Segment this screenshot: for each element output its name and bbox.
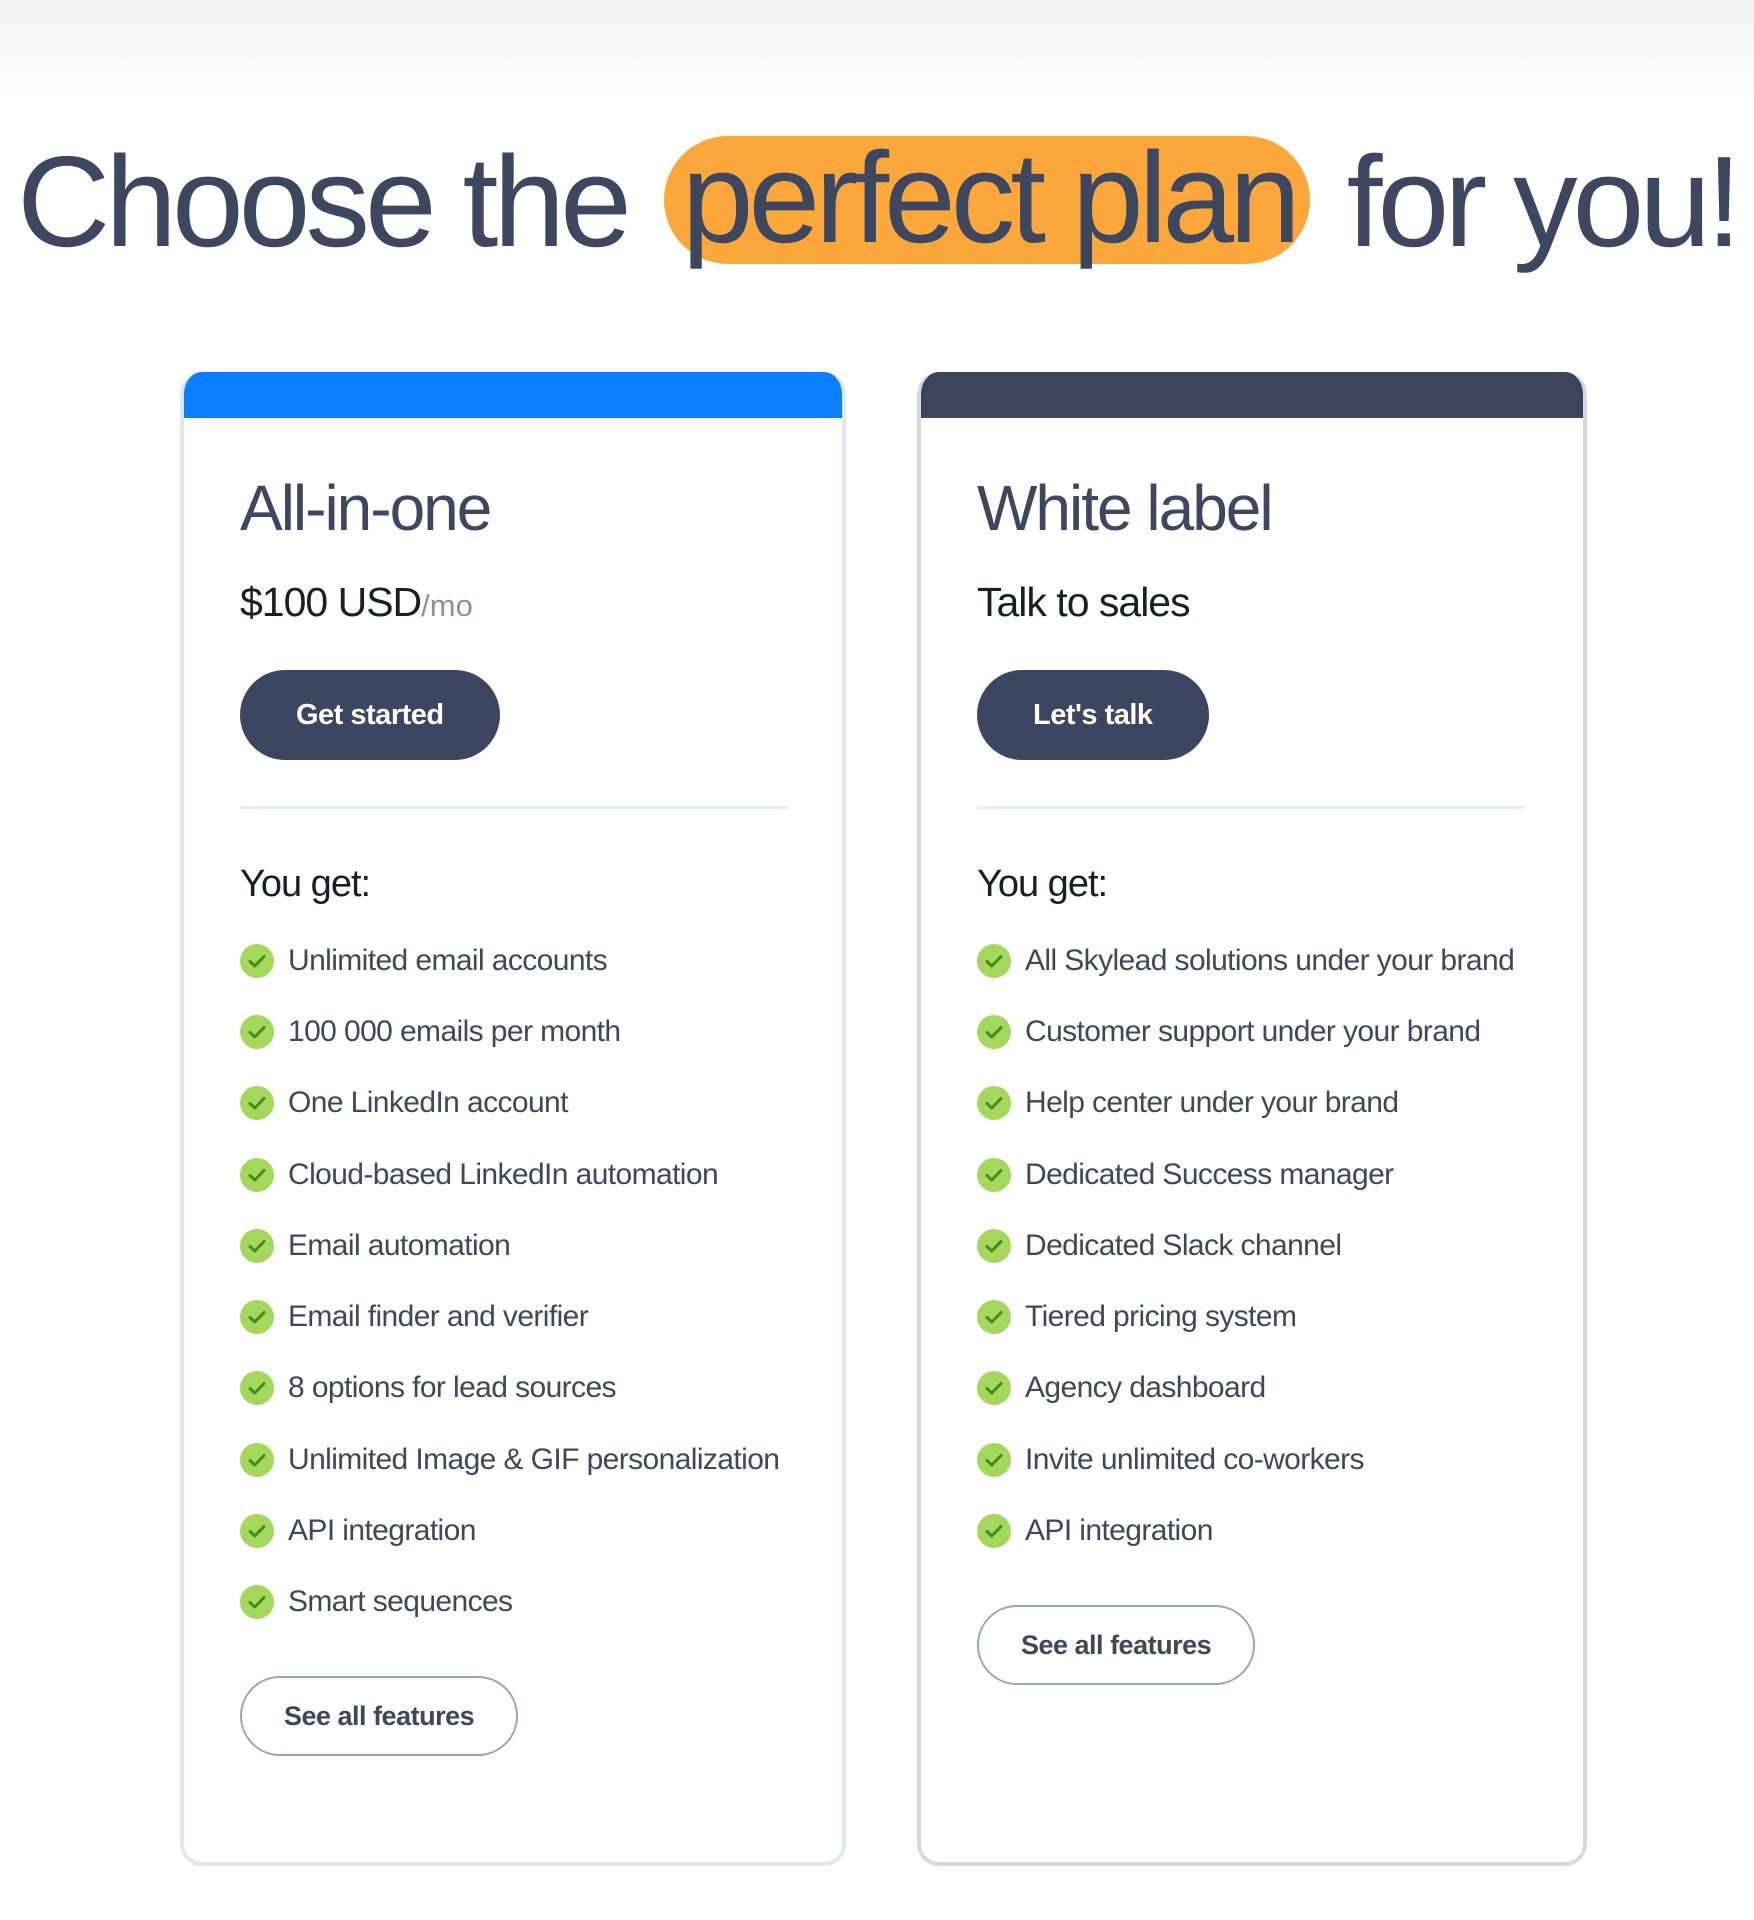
- feature-item: Tiered pricing system: [977, 1281, 1527, 1352]
- feature-text: 8 options for lead sources: [288, 1371, 617, 1405]
- get-started-button[interactable]: Get started: [240, 670, 500, 760]
- plan-price: Talk to sales: [977, 574, 1527, 630]
- feature-item: Invite unlimited co-workers: [977, 1424, 1527, 1495]
- price-amount: $100 USD: [240, 579, 422, 625]
- feature-text: Help center under your brand: [1025, 1086, 1399, 1120]
- feature-list: Unlimited email accounts 100 000 emails …: [240, 925, 786, 1638]
- feature-text: Tiered pricing system: [1025, 1300, 1297, 1334]
- check-circle-icon: [977, 1086, 1011, 1121]
- price-period: /mo: [421, 588, 473, 623]
- headline-highlight: perfect plan: [663, 134, 1310, 265]
- feature-item: Dedicated Success manager: [977, 1139, 1527, 1210]
- plan-card-white-label: White label Talk to sales Let's talk You…: [917, 372, 1587, 1866]
- feature-item: All Skylead solutions under your brand: [977, 925, 1527, 996]
- feature-item: Cloud-based LinkedIn automation: [240, 1139, 786, 1210]
- feature-item: API integration: [977, 1495, 1527, 1566]
- feature-text: API integration: [1025, 1514, 1213, 1548]
- feature-item: Unlimited Image & GIF personalization: [240, 1424, 786, 1495]
- check-circle-icon: [977, 1228, 1011, 1263]
- features-heading: You get:: [240, 863, 371, 905]
- feature-text: Dedicated Success manager: [1025, 1157, 1394, 1191]
- check-circle-icon: [240, 1585, 274, 1620]
- page-headline: Choose the perfect plan for you!: [0, 128, 1754, 276]
- feature-item: One LinkedIn account: [240, 1068, 786, 1139]
- headline-text-end: for you!: [1346, 130, 1742, 275]
- check-circle-icon: [240, 1228, 274, 1263]
- check-circle-icon: [977, 1300, 1011, 1335]
- features-heading: You get:: [977, 863, 1108, 905]
- feature-item: Email automation: [240, 1210, 786, 1281]
- see-all-features-button[interactable]: See all features: [240, 1675, 519, 1756]
- feature-text: Dedicated Slack channel: [1025, 1228, 1342, 1262]
- feature-text: Invite unlimited co-workers: [1025, 1442, 1365, 1476]
- plan-card-accent-bar: [921, 372, 1583, 418]
- feature-text: 100 000 emails per month: [288, 1014, 621, 1048]
- feature-item: Smart sequences: [240, 1567, 786, 1638]
- check-circle-icon: [240, 1300, 274, 1335]
- check-circle-icon: [240, 1442, 274, 1477]
- check-circle-icon: [240, 1014, 274, 1049]
- divider: [977, 806, 1525, 809]
- feature-item: Dedicated Slack channel: [977, 1210, 1527, 1281]
- plan-card-all-in-one: All-in-one $100 USD/mo Get started You g…: [180, 372, 846, 1866]
- feature-item: Customer support under your brand: [977, 996, 1527, 1067]
- feature-text: Email automation: [288, 1228, 511, 1262]
- feature-text: Unlimited email accounts: [288, 943, 608, 977]
- feature-item: Email finder and verifier: [240, 1281, 786, 1352]
- check-circle-icon: [240, 1514, 274, 1549]
- feature-item: Agency dashboard: [977, 1353, 1527, 1424]
- plan-price: $100 USD/mo: [240, 574, 786, 630]
- check-circle-icon: [240, 1371, 274, 1406]
- check-circle-icon: [240, 1157, 274, 1192]
- feature-text: Customer support under your brand: [1025, 1014, 1481, 1048]
- feature-item: Help center under your brand: [977, 1068, 1527, 1139]
- check-circle-icon: [977, 1442, 1011, 1477]
- feature-text: One LinkedIn account: [288, 1086, 568, 1120]
- check-circle-icon: [977, 1157, 1011, 1192]
- check-circle-icon: [240, 1086, 274, 1121]
- price-amount: Talk to sales: [977, 579, 1191, 625]
- plan-title: All-in-one: [240, 472, 492, 544]
- feature-text: API integration: [288, 1514, 476, 1548]
- lets-talk-button[interactable]: Let's talk: [977, 670, 1209, 760]
- feature-item: 100 000 emails per month: [240, 996, 786, 1067]
- feature-text: Unlimited Image & GIF personalization: [288, 1442, 780, 1476]
- feature-list: All Skylead solutions under your brand C…: [977, 925, 1527, 1567]
- feature-item: Unlimited email accounts: [240, 925, 786, 996]
- check-circle-icon: [977, 943, 1011, 978]
- divider: [240, 806, 788, 809]
- feature-text: All Skylead solutions under your brand: [1025, 943, 1515, 977]
- plan-card-accent-bar: [184, 372, 842, 418]
- feature-item: 8 options for lead sources: [240, 1353, 786, 1424]
- feature-item: API integration: [240, 1495, 786, 1566]
- check-circle-icon: [240, 943, 274, 978]
- check-circle-icon: [977, 1014, 1011, 1049]
- feature-text: Cloud-based LinkedIn automation: [288, 1157, 719, 1191]
- headline-text-start: Choose the: [17, 130, 632, 275]
- check-circle-icon: [977, 1514, 1011, 1549]
- feature-text: Agency dashboard: [1025, 1371, 1266, 1405]
- plan-title: White label: [977, 472, 1274, 544]
- feature-text: Smart sequences: [288, 1585, 513, 1619]
- check-circle-icon: [977, 1371, 1011, 1406]
- feature-text: Email finder and verifier: [288, 1300, 589, 1334]
- see-all-features-button[interactable]: See all features: [977, 1604, 1256, 1685]
